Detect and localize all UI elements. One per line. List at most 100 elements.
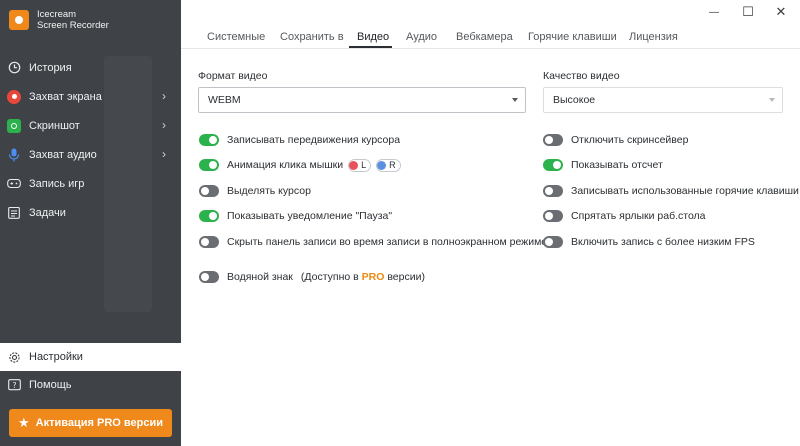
option-label: Скрыть панель записи во время записи в п… <box>227 236 548 248</box>
tasks-icon <box>7 206 21 220</box>
sidebar: Icecream Screen Recorder История Захват … <box>0 0 181 446</box>
tab-audio[interactable]: Аудио <box>406 31 437 43</box>
settings-tabs: Системные Сохранить в Видео Аудио Вебкам… <box>181 27 800 49</box>
toggle-show-countdown[interactable] <box>543 159 563 171</box>
toggle-record-hotkeys[interactable] <box>543 185 563 197</box>
microphone-icon <box>7 148 21 162</box>
option-hide-desktop-icons: Спрятать ярлыки раб.стола <box>543 209 706 223</box>
active-tab-indicator <box>349 46 392 48</box>
tab-video[interactable]: Видео <box>357 31 389 43</box>
sidebar-item-label: Задачи <box>29 206 66 219</box>
option-label: Анимация клика мышки <box>227 159 344 171</box>
option-label: Выделять курсор <box>227 185 311 197</box>
watermark-note-pro: PRO <box>361 271 385 283</box>
gear-icon <box>7 350 21 364</box>
video-quality-value: Высокое <box>553 94 596 106</box>
toggle-pause-notification[interactable] <box>199 210 219 222</box>
sidebar-item-label: Захват экрана <box>29 90 102 103</box>
record-screen-icon <box>7 89 21 104</box>
option-label: Записывать передвижения курсора <box>227 134 401 146</box>
gamepad-icon <box>7 177 21 191</box>
sidebar-item-audio[interactable]: Захват аудио › <box>0 140 181 169</box>
activate-pro-label: Активация PRO версии <box>35 417 163 429</box>
maximize-icon: ☐ <box>742 4 754 19</box>
svg-text:?: ? <box>12 381 16 390</box>
dropdown-arrow-icon <box>769 98 775 102</box>
help-icon: ? <box>7 378 21 392</box>
watermark-note-prefix: (Доступно в <box>300 271 362 283</box>
tab-hotkeys[interactable]: Горячие клавиши <box>528 31 617 43</box>
option-hide-panel-fullscreen: Скрыть панель записи во время записи в п… <box>199 235 547 249</box>
sidebar-item-tasks[interactable]: Задачи <box>0 198 181 227</box>
video-format-select[interactable]: WEBM <box>198 87 526 113</box>
sidebar-item-label: Скриншот <box>29 119 80 132</box>
close-icon: ✕ <box>775 4 787 19</box>
sidebar-item-label: Захват аудио <box>29 148 97 161</box>
app-logo-icon <box>9 10 29 30</box>
sidebar-item-label: Помощь <box>29 379 72 391</box>
watermark-note-suffix: версии) <box>384 271 425 283</box>
chevron-right-icon: › <box>162 89 166 103</box>
chevron-right-icon: › <box>162 147 166 161</box>
watermark-note: (Доступно в PRO версии) <box>301 271 425 283</box>
close-button[interactable]: ✕ <box>773 4 789 20</box>
option-watermark: Водяной знак (Доступно в PRO версии) <box>199 270 425 284</box>
app-logo-line1: Icecream <box>37 9 77 20</box>
option-disable-screensaver: Отключить скринсейвер <box>543 133 688 147</box>
toggle-hide-desktop-icons[interactable] <box>543 210 563 222</box>
video-quality-label: Качество видео <box>543 70 620 82</box>
sidebar-item-game-recording[interactable]: Запись игр <box>0 169 181 198</box>
sidebar-item-history[interactable]: История <box>0 53 181 82</box>
sidebar-item-screenshot[interactable]: Скриншот › <box>0 111 181 140</box>
app-logo-line2: Screen Recorder <box>37 20 109 31</box>
option-click-animation: Анимация клика мышки L R <box>199 158 401 172</box>
tab-license[interactable]: Лицензия <box>629 31 678 43</box>
sidebar-item-label: История <box>29 61 72 74</box>
video-format-value: WEBM <box>208 94 241 106</box>
option-label: Спрятать ярлыки раб.стола <box>571 210 706 222</box>
toggle-hide-panel-fullscreen[interactable] <box>199 236 219 248</box>
sidebar-item-help[interactable]: ? Помощь <box>0 371 181 399</box>
toggle-disable-screensaver[interactable] <box>543 134 563 146</box>
left-click-color-badge[interactable]: L <box>348 158 372 172</box>
toggle-highlight-cursor[interactable] <box>199 185 219 197</box>
history-icon <box>7 61 21 75</box>
right-click-color-badge[interactable]: R <box>376 158 401 172</box>
option-label: Водяной знак <box>227 271 293 283</box>
right-click-letter: R <box>376 158 401 172</box>
minimize-button[interactable]: — <box>706 4 722 20</box>
sidebar-nav: История Захват экрана › Скриншот › Захва… <box>0 53 181 227</box>
sidebar-item-settings[interactable]: Настройки <box>0 343 181 371</box>
option-record-cursor: Записывать передвижения курсора <box>199 133 400 147</box>
chevron-right-icon: › <box>162 118 166 132</box>
star-icon: ★ <box>18 415 30 430</box>
camera-icon <box>7 118 21 133</box>
toggle-watermark[interactable] <box>199 271 219 283</box>
option-low-fps: Включить запись с более низким FPS <box>543 235 755 249</box>
activate-pro-button[interactable]: ★ Активация PRO версии <box>9 409 172 437</box>
option-label: Отключить скринсейвер <box>571 134 689 146</box>
tab-system[interactable]: Системные <box>207 31 265 43</box>
option-label: Записывать использованные горячие клавиш… <box>571 185 799 197</box>
tab-webcam[interactable]: Вебкамера <box>456 31 513 43</box>
sidebar-item-label: Запись игр <box>29 177 85 190</box>
video-quality-select[interactable]: Высокое <box>543 87 783 113</box>
option-show-countdown: Показывать отсчет <box>543 158 663 172</box>
tab-save-to[interactable]: Сохранить в <box>280 31 344 43</box>
left-click-letter: L <box>348 158 372 172</box>
option-label: Показывать отсчет <box>571 159 663 171</box>
maximize-button[interactable]: ☐ <box>740 4 756 20</box>
video-format-label: Формат видео <box>198 70 268 82</box>
option-pause-notification: Показывать уведомление "Пауза" <box>199 209 392 223</box>
option-label: Показывать уведомление "Пауза" <box>227 210 393 222</box>
dropdown-arrow-icon <box>512 98 518 102</box>
sidebar-item-label: Настройки <box>29 351 83 363</box>
option-record-hotkeys: Записывать использованные горячие клавиш… <box>543 184 799 198</box>
option-highlight-cursor: Выделять курсор <box>199 184 311 198</box>
minimize-icon: — <box>709 6 719 18</box>
toggle-click-animation[interactable] <box>199 159 219 171</box>
toggle-record-cursor[interactable] <box>199 134 219 146</box>
toggle-low-fps[interactable] <box>543 236 563 248</box>
sidebar-item-record-screen[interactable]: Захват экрана › <box>0 82 181 111</box>
option-label: Включить запись с более низким FPS <box>571 236 755 248</box>
